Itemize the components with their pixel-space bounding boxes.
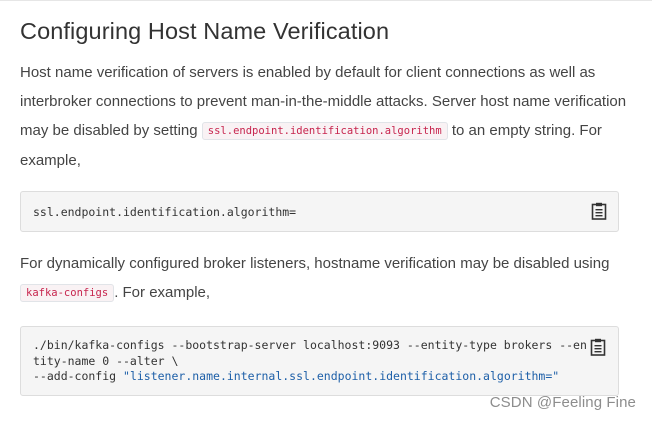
paragraph-text: For dynamically configured broker listen…: [20, 255, 610, 272]
inline-code-kafka-configs: kafka-configs: [20, 284, 115, 302]
inline-code-ssl-algorithm: ssl.endpoint.identification.algorithm: [201, 122, 448, 140]
code-line: tity-name 0 --alter \: [33, 353, 179, 368]
code-block-ssl-config[interactable]: ssl.endpoint.identification.algorithm=: [20, 191, 619, 232]
doc-section: Configuring Host Name Verification Host …: [20, 15, 640, 396]
paragraph-text: . For example,: [114, 284, 211, 301]
paragraph-dynamic-listeners: For dynamically configured broker listen…: [20, 249, 640, 308]
code-line: --add-config "listener.name.internal.ssl…: [33, 369, 608, 385]
top-divider: [0, 0, 652, 1]
code-block-kafka-configs[interactable]: ./bin/kafka-configs --bootstrap-server l…: [20, 326, 619, 396]
code-line: ssl.endpoint.identification.algorithm=: [33, 205, 297, 219]
csdn-watermark: CSDN @Feeling Fine: [489, 394, 636, 411]
code-line: ./bin/kafka-configs --bootstrap-server l…: [33, 338, 587, 352]
clipboard-icon[interactable]: [590, 338, 606, 356]
paragraph-hostname-verification: Host name verification of servers is ena…: [20, 58, 640, 175]
clipboard-icon[interactable]: [591, 202, 607, 220]
code-token: --add-config: [33, 369, 124, 383]
code-string-literal: "listener.name.internal.ssl.endpoint.ide…: [123, 369, 560, 383]
section-heading: Configuring Host Name Verification: [20, 18, 390, 44]
